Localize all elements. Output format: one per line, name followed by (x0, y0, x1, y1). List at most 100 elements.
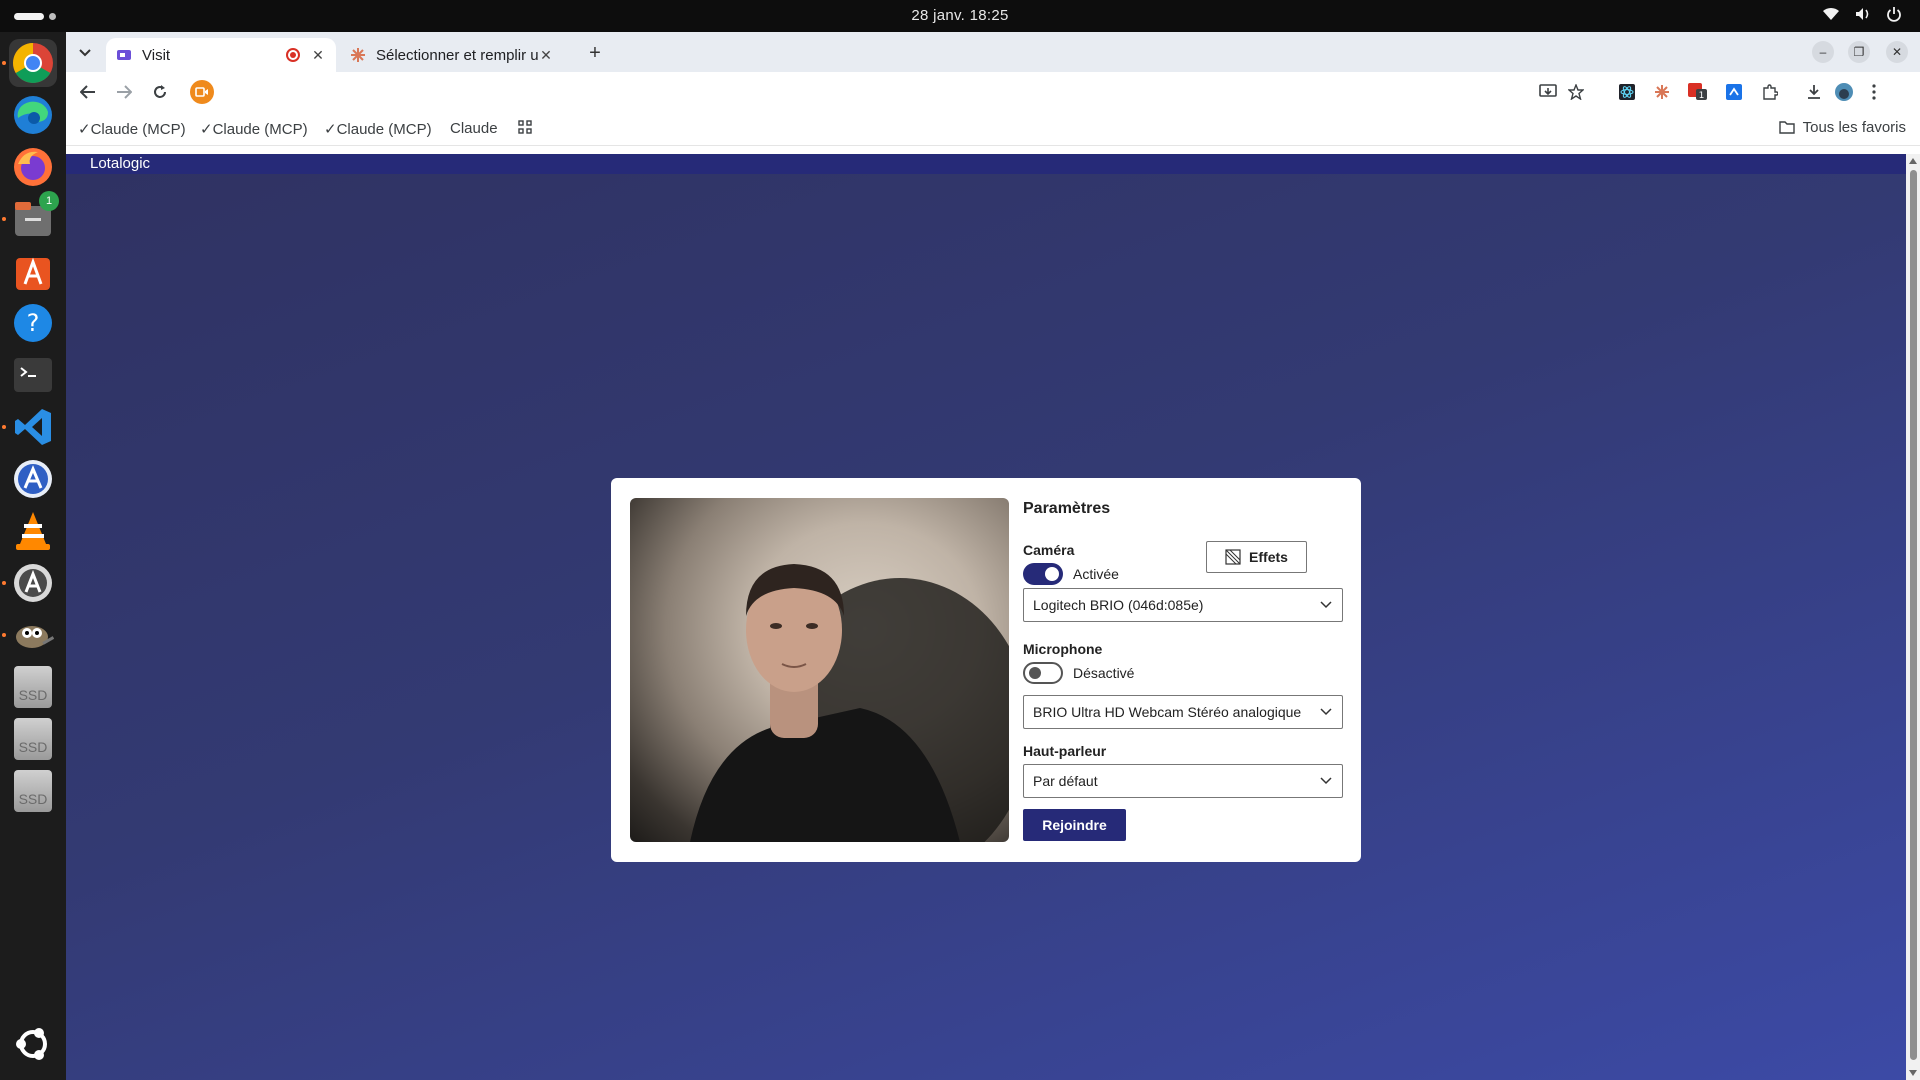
install-icon (1539, 84, 1557, 97)
dock-ssd-2[interactable]: SSD (9, 715, 57, 763)
dock-app-grid-a[interactable] (9, 455, 57, 503)
dock-ssd-3[interactable]: SSD (9, 767, 57, 815)
scroll-down-arrow[interactable] (1909, 1070, 1917, 1076)
extension-claude-button[interactable] (1650, 80, 1674, 104)
svg-text:?: ? (27, 309, 40, 337)
visit-favicon-icon (117, 50, 131, 60)
system-tray[interactable] (1822, 6, 1902, 22)
bookmark-star-button[interactable] (1564, 80, 1588, 104)
microphone-toggle[interactable] (1023, 662, 1063, 684)
dock-vscode[interactable] (9, 403, 57, 451)
running-indicator (2, 425, 6, 429)
dock-gimp[interactable] (9, 611, 57, 659)
chevron-down-icon (1320, 601, 1332, 609)
help-icon: ? (14, 304, 52, 342)
recording-chip[interactable] (190, 80, 214, 104)
camera-preview (630, 498, 1009, 842)
vscode-icon (15, 409, 51, 445)
bookmark-item[interactable]: ✓Claude (MCP) (78, 120, 186, 138)
camera-state: Activée (1073, 566, 1119, 582)
bookmark-check-icon: ✓ (78, 121, 91, 138)
claude-favicon-icon (351, 48, 365, 62)
dock-software-updater[interactable] (9, 559, 57, 607)
dock-vlc[interactable] (9, 507, 57, 555)
web-page: Lotalogic Paramètres Caméra Effets Activ… (66, 154, 1920, 1080)
dock-files[interactable]: 1 (9, 191, 59, 243)
close-window-button[interactable]: ✕ (1886, 41, 1908, 63)
edge-icon (14, 96, 52, 134)
new-tab-button[interactable]: + (582, 40, 608, 66)
apps-shortcut[interactable] (518, 120, 532, 138)
dock-edge[interactable] (9, 91, 57, 139)
bookmark-item[interactable]: ✓Claude (MCP) (324, 120, 432, 138)
tab-search-button[interactable] (72, 40, 98, 66)
more-vertical-icon (1872, 84, 1876, 100)
minimize-button[interactable]: – (1812, 41, 1834, 63)
speaker-label: Haut-parleur (1023, 743, 1107, 759)
camera-select[interactable]: Logitech BRIO (046d:085e) (1023, 588, 1343, 622)
ssd-drive-icon: SSD (14, 770, 52, 812)
terminal-icon (14, 358, 52, 392)
reload-icon (154, 85, 166, 98)
dock-ubuntu-apps[interactable] (9, 1020, 57, 1068)
extension-red-button[interactable]: 1 (1686, 80, 1710, 104)
claude-icon (1655, 85, 1669, 99)
all-bookmarks-folder[interactable]: Tous les favoris (1778, 119, 1906, 136)
dock-ssd-1[interactable]: SSD (9, 663, 57, 711)
restore-button[interactable]: ❐ (1848, 41, 1870, 63)
chevron-down-icon (1320, 708, 1332, 716)
tab-select-fill[interactable]: Sélectionner et remplir u ✕ (340, 38, 564, 72)
reload-button[interactable] (148, 80, 172, 104)
back-button[interactable] (76, 80, 100, 104)
settings-title: Paramètres (1023, 500, 1111, 517)
menu-button[interactable] (1862, 80, 1886, 104)
apps-grid-icon (518, 120, 532, 134)
effects-button[interactable]: Effets (1206, 541, 1307, 573)
svg-text:1: 1 (1699, 91, 1705, 101)
camera-toggle[interactable] (1023, 563, 1063, 585)
vlc-icon (16, 512, 50, 550)
extension-react-button[interactable] (1615, 80, 1639, 104)
ssd-drive-icon: SSD (14, 718, 52, 760)
browser-window: Visit ✕ Sélectionner et remplir u ✕ + – … (66, 32, 1920, 1080)
microphone-select[interactable]: BRIO Ultra HD Webcam Stéréo analogique (1023, 695, 1343, 729)
microphone-label: Microphone (1023, 641, 1103, 657)
speaker-select[interactable]: Par défaut (1023, 764, 1343, 798)
tab-visit[interactable]: Visit ✕ (106, 38, 336, 72)
forward-button[interactable] (112, 80, 136, 104)
arrow-right-icon (117, 85, 132, 99)
files-badge: 1 (39, 191, 59, 211)
gimp-icon (16, 626, 54, 648)
dock: 1 ? SSD SSD SSD (0, 32, 66, 1080)
system-clock[interactable]: 28 janv. 18:25 (0, 7, 1920, 24)
wifi-icon (1823, 7, 1839, 20)
install-app-button[interactable] (1536, 80, 1560, 104)
dock-terminal[interactable] (9, 351, 57, 399)
puzzle-icon (1763, 84, 1778, 100)
dock-firefox[interactable] (9, 143, 57, 191)
dock-chrome[interactable] (9, 39, 57, 87)
extensions-button[interactable] (1758, 80, 1782, 104)
folder-icon (1778, 121, 1795, 134)
brand-name[interactable]: Lotalogic (90, 155, 150, 172)
dock-help[interactable]: ? (9, 299, 57, 347)
dock-app-center[interactable] (9, 247, 57, 295)
page-scrollbar[interactable] (1906, 154, 1920, 1080)
scroll-up-arrow[interactable] (1909, 158, 1917, 164)
download-icon (1808, 85, 1820, 99)
extension-blue-button[interactable] (1722, 80, 1746, 104)
scrollbar-thumb[interactable] (1910, 170, 1917, 1060)
settings-card: Paramètres Caméra Effets Activée Logitec… (611, 478, 1361, 862)
running-indicator (2, 217, 6, 221)
close-tab-icon[interactable]: ✕ (310, 47, 326, 64)
extension-blue-icon (1726, 84, 1742, 100)
bookmark-item[interactable]: Claude (450, 120, 498, 137)
profile-button[interactable] (1832, 80, 1856, 104)
close-tab-icon[interactable]: ✕ (538, 47, 554, 64)
bookmark-item[interactable]: ✓Claude (MCP) (200, 120, 308, 138)
browser-toolbar: 1 (66, 72, 1920, 112)
camera-label: Caméra (1023, 542, 1075, 558)
bookmark-check-icon: ✓ (200, 121, 213, 138)
downloads-button[interactable] (1802, 80, 1826, 104)
join-button[interactable]: Rejoindre (1023, 809, 1126, 841)
